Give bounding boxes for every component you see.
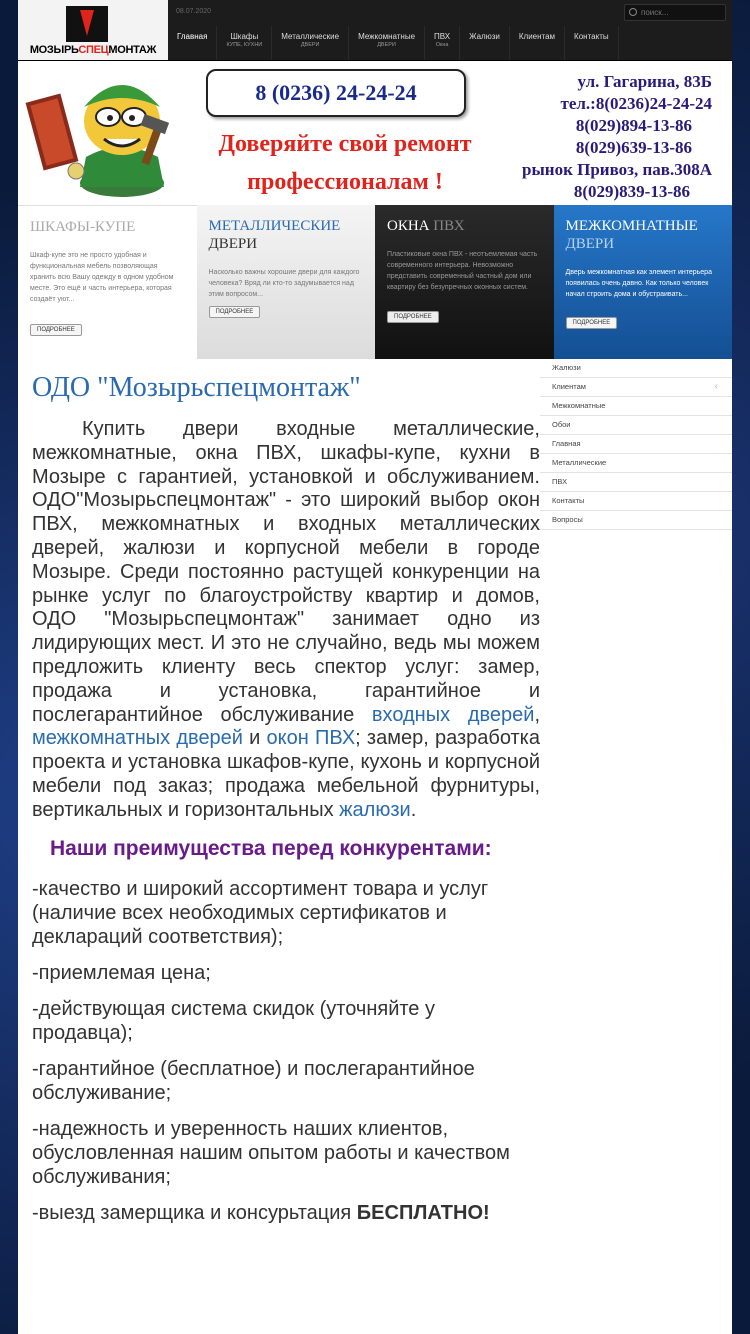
category-title[interactable]: ОКНА ПВХ — [387, 217, 542, 235]
nav-item-blinds[interactable]: Жалюзи — [460, 26, 510, 60]
category-interior-doors: МЕЖКОМНАТНЫЕ ДВЕРИ Дверь межкомнатная как… — [553, 205, 732, 359]
search-input[interactable]: поиск... — [624, 4, 726, 21]
header-banner: 8 (0236) 24-24-24 Доверяйте свой ремонт … — [18, 61, 732, 204]
site-logo[interactable]: МОЗЫРЬСПЕЦМОНТАЖ — [18, 0, 168, 60]
list-item: -выезд замерщика и консурьтация БЕСПЛАТН… — [32, 1201, 490, 1224]
list-item: -качество и широкий ассортимент товара и… — [32, 877, 489, 948]
link-interior-doors[interactable]: межкомнатных дверей — [32, 727, 243, 749]
phone-banner[interactable]: 8 (0236) 24-24-24 — [206, 69, 466, 117]
list-item: -действующая система скидок (уточняйте у… — [32, 997, 435, 1044]
sidebar-item-home[interactable]: Главная — [540, 435, 732, 454]
phone-main: тел.:8(0236)24-24-24 — [560, 94, 713, 113]
list-item: -приемлемая цена; — [32, 961, 211, 984]
logo-text: МОЗЫРЬСПЕЦМОНТАЖ — [29, 44, 157, 56]
search-placeholder: поиск... — [641, 8, 669, 17]
list-item: -надежность и уверенность наших клиентов… — [32, 1117, 510, 1188]
category-title[interactable]: ШКАФЫ-КУПЕ — [30, 218, 185, 236]
category-wardrobes: ШКАФЫ-КУПЕ Шкаф-купе это не просто удобн… — [18, 205, 197, 359]
category-panels: ШКАФЫ-КУПЕ Шкаф-купе это не просто удобн… — [18, 205, 732, 359]
more-button[interactable]: ПОДРОБНЕЕ — [387, 311, 439, 323]
more-button[interactable]: ПОДРОБНЕЕ — [565, 317, 618, 329]
advantages-list: -качество и широкий ассортимент товара и… — [32, 877, 540, 1225]
phone-mobile-3: 8(029)839-13-86 — [573, 182, 690, 201]
more-button[interactable]: ПОДРОБНЕЕ — [208, 306, 261, 318]
category-text: Пластиковые окна ПВХ - неотъемлемая част… — [387, 251, 538, 291]
link-pvc-windows[interactable]: окон ПВХ — [267, 727, 356, 749]
sidebar-item-questions[interactable]: Вопросы — [540, 511, 732, 530]
nav-item-wardrobes[interactable]: Шкафы КУПЕ, КУХНИ — [217, 26, 273, 60]
link-blinds[interactable]: жалюзи — [339, 799, 411, 821]
link-entry-doors[interactable]: входных дверей — [372, 704, 535, 726]
advantages-heading: Наши преимущества перед конкурентами: — [50, 836, 492, 860]
page-title: ОДО "Мозырьспецмонтаж" — [32, 372, 361, 403]
nav-item-clients[interactable]: Клиентам — [510, 26, 566, 60]
current-date: 08.07.2020 — [176, 8, 212, 15]
category-pvc-windows: ОКНА ПВХ Пластиковые окна ПВХ - неотъемл… — [375, 205, 554, 359]
sidebar-item-interior[interactable]: Межкомнатные — [540, 397, 732, 416]
sidebar-item-metal[interactable]: Металлические — [540, 454, 732, 473]
main-content: ОДО "Мозырьспецмонтаж" Купить двери вход… — [32, 372, 540, 1237]
phone-mobile-2: 8(029)639-13-86 — [575, 138, 692, 157]
main-menu: Главная Шкафы КУПЕ, КУХНИ Металлические ДВ… — [168, 26, 619, 60]
sidebar-menu: Жалюзи Клиентам ‹ Межкомнатные Обои Главн… — [540, 359, 732, 530]
slogan: Доверяйте свой ремонт профессионалам ! — [218, 131, 472, 195]
sidebar-item-clients[interactable]: Клиентам ‹ — [540, 378, 732, 397]
chevron-left-icon: ‹ — [714, 381, 718, 392]
nav-item-metal-doors[interactable]: Металлические ДВЕРИ — [272, 26, 350, 60]
category-text: Дверь межкомнатная как элемент интерьера… — [565, 269, 712, 298]
phone-mobile-1: 8(029)894-13-86 — [575, 116, 692, 135]
category-title[interactable]: МЕТАЛЛИЧЕСКИЕ ДВЕРИ — [209, 217, 364, 253]
market-address: рынок Привоз, пав.308А — [522, 160, 712, 179]
more-button[interactable]: ПОДРОБНЕЕ — [30, 324, 82, 336]
category-title[interactable]: МЕЖКОМНАТНЫЕ ДВЕРИ — [566, 217, 721, 253]
nav-item-interior-doors[interactable]: Межкомнатные ДВЕРИ — [349, 26, 426, 60]
nav-item-home[interactable]: Главная — [168, 26, 218, 60]
nav-item-contacts[interactable]: Контакты — [565, 26, 619, 60]
list-item: -гарантийное (бесплатное) и послегаранти… — [32, 1057, 475, 1104]
category-text: Насколько важны хорошие двери для каждог… — [208, 269, 360, 298]
address: ул. Гагарина, 83Б — [577, 72, 712, 91]
intro-paragraph: Купить двери входные металлические, межк… — [32, 418, 540, 821]
category-text: Шкаф-купе это не просто удобная и функци… — [30, 252, 174, 303]
worker-mascot-icon — [25, 85, 170, 197]
nav-item-pvc[interactable]: ПВХ Окна — [425, 26, 461, 60]
search-icon — [629, 8, 637, 16]
category-metal-doors: МЕТАЛЛИЧЕСКИЕ ДВЕРИ Насколько важны хорош… — [196, 205, 375, 359]
sidebar-item-wallpaper[interactable]: Обои — [540, 416, 732, 435]
sidebar-item-contacts[interactable]: Контакты — [540, 492, 732, 511]
contact-block: ул. Гагарина, 83Б тел.:8(0236)24-24-24 8… — [506, 71, 728, 203]
sidebar-item-blinds[interactable]: Жалюзи — [540, 359, 732, 378]
page: МОЗЫРЬСПЕЦМОНТАЖ 08.07.2020 поиск... Гла… — [18, 0, 732, 1334]
top-navigation-bar: МОЗЫРЬСПЕЦМОНТАЖ 08.07.2020 поиск... Гла… — [18, 0, 732, 61]
sidebar-item-pvc[interactable]: ПВХ — [540, 473, 732, 492]
logo-mark-icon — [66, 6, 108, 42]
